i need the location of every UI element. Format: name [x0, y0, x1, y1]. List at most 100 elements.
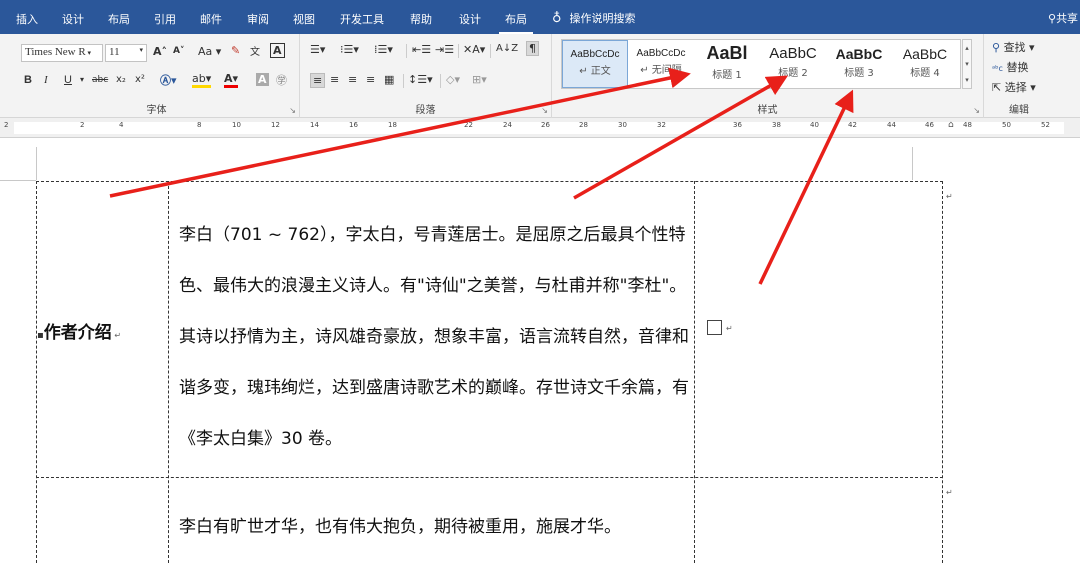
table-border	[168, 181, 169, 563]
style-heading-3[interactable]: AaBbC 标题 3	[826, 40, 892, 88]
font-size-select[interactable]: 11 ▾	[105, 44, 147, 62]
align-right-icon[interactable]: ≡	[348, 73, 357, 86]
justify-icon[interactable]: ≡	[366, 73, 375, 86]
cell-end-mark: ↵	[111, 331, 122, 340]
shading-icon[interactable]: ◇▾	[446, 73, 460, 86]
dialog-launcher-icon[interactable]: ↘	[973, 106, 980, 115]
superscript-button[interactable]: x²	[135, 74, 145, 85]
style-heading-1[interactable]: AaBl 标题 1	[694, 40, 760, 88]
editing-group-label: 编辑	[1009, 105, 1029, 116]
second-paragraph[interactable]: 李白有旷世才华，也有伟大抱负，期待被重用，施展才华。	[179, 509, 694, 545]
tab-references[interactable]: 引用	[154, 11, 176, 27]
style-heading-2[interactable]: AaBbC 标题 2	[760, 40, 826, 88]
font-group-label: 字体	[146, 105, 167, 116]
table-border	[942, 181, 943, 563]
sort-icon[interactable]: A↓Z	[496, 43, 518, 54]
table-border	[36, 181, 37, 563]
enclose-char-icon[interactable]: ㊫	[276, 72, 287, 88]
align-center-icon[interactable]: ≡	[330, 73, 339, 86]
char-border-icon[interactable]: A	[270, 43, 285, 58]
strikethrough-button[interactable]: abc	[92, 75, 108, 85]
tab-layout[interactable]: 布局	[108, 11, 130, 27]
tab-insert[interactable]: 插入	[16, 11, 38, 27]
numbering-icon[interactable]: ⁝☰▾	[340, 43, 359, 56]
underline-button[interactable]: U	[64, 74, 72, 86]
table-border	[36, 181, 943, 182]
font-name-select[interactable]: Times New R ▾	[21, 44, 103, 62]
indent-marker-icon[interactable]: ⌂	[948, 120, 954, 130]
char-shading-icon[interactable]: A	[256, 73, 269, 86]
margin-corner-mark	[0, 180, 36, 181]
margin-corner-mark	[912, 147, 913, 180]
separator	[490, 44, 491, 58]
subscript-button[interactable]: x₂	[116, 74, 126, 85]
tab-developer[interactable]: 开发工具	[340, 11, 384, 27]
tab-mailings[interactable]: 邮件	[200, 11, 222, 27]
text-effects-icon[interactable]: Ⓐ▾	[160, 72, 177, 88]
author-paragraph[interactable]: 李白（701 ~ 762），字太白，号青莲居士。是屈原之后最具个性特色、最伟大的…	[179, 210, 689, 465]
increase-indent-icon[interactable]: ⇥☰	[435, 43, 454, 56]
tab-table-design[interactable]: 设计	[459, 11, 481, 27]
tab-table-layout[interactable]: 布局	[499, 4, 533, 34]
chinese-layout-icon[interactable]: ✕A▾	[463, 43, 485, 56]
cursor-icon: ⇱	[992, 81, 1002, 94]
cell-end-mark: ↵	[726, 324, 733, 333]
italic-button[interactable]: I	[44, 74, 48, 86]
author-intro-label: 作者介绍	[43, 323, 112, 343]
change-case-button[interactable]: Aa ▾	[198, 45, 221, 58]
tab-help[interactable]: 帮助	[410, 11, 432, 27]
style-heading-4[interactable]: AaBbC 标题 4	[892, 40, 958, 88]
styles-gallery-scroll[interactable]: ▴ ▾ ▾	[962, 39, 972, 89]
decrease-indent-icon[interactable]: ⇤☰	[412, 43, 431, 56]
lightbulb-icon: ♁	[552, 10, 562, 26]
show-marks-icon[interactable]: ¶	[526, 41, 539, 56]
person-icon: ⚲	[1048, 12, 1057, 25]
clear-format-icon[interactable]: ✎	[231, 44, 240, 57]
share-button[interactable]: ⚲共享	[1048, 10, 1078, 26]
replace-button[interactable]: ᵃᵇc 替换	[992, 59, 1028, 75]
checkbox[interactable]	[707, 320, 722, 335]
style-no-spacing[interactable]: AaBbCcDc ↵ 无间隔	[628, 40, 694, 88]
font-group: Times New R ▾ 11 ▾ A˄ A˅ Aa ▾ ✎ 文 A B I U…	[14, 34, 300, 118]
multilevel-list-icon[interactable]: ⁞☰▾	[374, 43, 393, 56]
select-button[interactable]: ⇱ 选择 ▾	[992, 79, 1036, 95]
bullet-mark: ▪	[37, 330, 44, 341]
dropdown-icon[interactable]: ▾	[80, 75, 84, 84]
grow-font-icon[interactable]: A˄	[153, 45, 167, 58]
horizontal-ruler[interactable]: 2 2 4 8 10 12 14 16 18 22 24 26 28 30 32…	[0, 118, 1080, 138]
bullets-icon[interactable]: ☰▾	[310, 43, 325, 56]
ribbon: Times New R ▾ 11 ▾ A˄ A˅ Aa ▾ ✎ 文 A B I U…	[0, 34, 1080, 118]
tab-design[interactable]: 设计	[62, 11, 84, 27]
ribbon-tab-bar: 插入 设计 布局 引用 邮件 审阅 视图 开发工具 帮助 设计 布局 ♁ 操作说…	[0, 0, 1080, 34]
styles-gallery: AaBbCcDc ↵ 正文 AaBbCcDc ↵ 无间隔 AaBl 标题 1 A…	[561, 39, 961, 89]
styles-group-label: 样式	[757, 105, 778, 116]
separator	[406, 44, 407, 58]
line-spacing-icon[interactable]: ↕☰▾	[408, 73, 433, 86]
tab-view[interactable]: 视图	[293, 11, 315, 27]
paragraph-group-label: 段落	[415, 105, 436, 116]
row-end-mark: ↵	[946, 192, 953, 201]
borders-icon[interactable]: ⊞▾	[472, 73, 487, 86]
bold-button[interactable]: B	[24, 74, 32, 86]
search-icon: ⚲	[992, 41, 1001, 54]
separator	[403, 74, 404, 88]
shrink-font-icon[interactable]: A˅	[173, 46, 184, 56]
tab-review[interactable]: 审阅	[247, 11, 269, 27]
align-left-icon[interactable]: ≡	[310, 73, 326, 88]
dialog-launcher-icon[interactable]: ↘	[289, 106, 296, 115]
distributed-icon[interactable]: ▦	[384, 73, 394, 86]
dialog-launcher-icon[interactable]: ↘	[541, 106, 548, 115]
tell-me-search[interactable]: ♁ 操作说明搜索	[552, 10, 636, 26]
style-normal[interactable]: AaBbCcDc ↵ 正文	[562, 40, 628, 88]
table-cell-label[interactable]: ▪作者介绍 ↵	[37, 318, 121, 343]
find-button[interactable]: ⚲ 查找 ▾	[992, 39, 1035, 55]
font-color-icon[interactable]: A▾	[224, 72, 239, 88]
highlight-icon[interactable]: ab▾	[192, 72, 212, 88]
paragraph-group: ☰▾ ⁝☰▾ ⁞☰▾ ⇤☰ ⇥☰ ✕A▾ A↓Z ¶ ≡ ≡ ≡ ≡ ▦ ↕☰▾…	[300, 34, 552, 118]
phonetic-guide-icon[interactable]: 文	[250, 43, 260, 58]
separator	[458, 44, 459, 58]
replace-icon: ᵃᵇc	[992, 64, 1003, 73]
ruler-track	[14, 122, 1064, 134]
tell-me-label: 操作说明搜索	[569, 12, 636, 25]
margin-corner-mark	[36, 147, 37, 180]
